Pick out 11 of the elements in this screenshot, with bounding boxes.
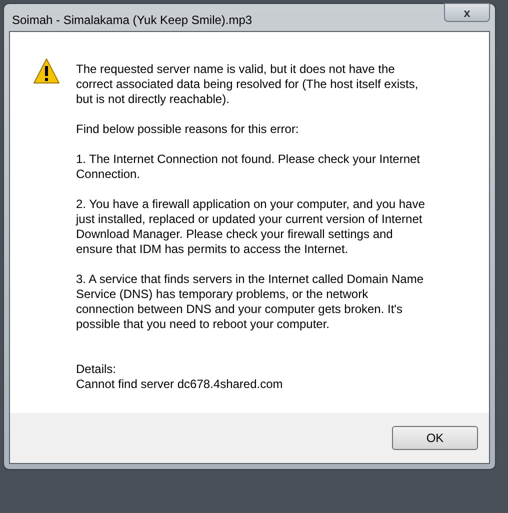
details-label: Details: — [76, 362, 118, 377]
message-paragraph: 1. The Internet Connection not found. Please check your Internet Connection. — [76, 152, 421, 182]
ok-button[interactable]: OK — [392, 426, 478, 450]
message-paragraph: 3. A service that finds servers in the Internet called Domain Name Service (DNS) has temporary problems, or the network connection between DNS and your computer gets broken. It's possible that you need to reboot your computer. — [76, 272, 425, 332]
window-title: Soimah - Simalakama (Yuk Keep Smile).mp3 — [12, 12, 252, 29]
warning-icon — [33, 58, 60, 84]
close-button[interactable]: x — [444, 3, 490, 22]
message-paragraph: Find below possible reasons for this error: — [76, 122, 300, 137]
message-paragraph: The requested server name is valid, but it does not have the correct associated data being resolved for (The host itself exists, but is not directly reachable). — [76, 62, 420, 107]
message-paragraph: 2. You have a firewall application on your computer, and you have just installed, replaced or updated your current version of Internet Download Manager. Please check your firewall settings and ensure that IDM has permits to access the Internet. — [76, 197, 426, 257]
details-text: Cannot find server dc678.4shared.com — [76, 377, 284, 392]
